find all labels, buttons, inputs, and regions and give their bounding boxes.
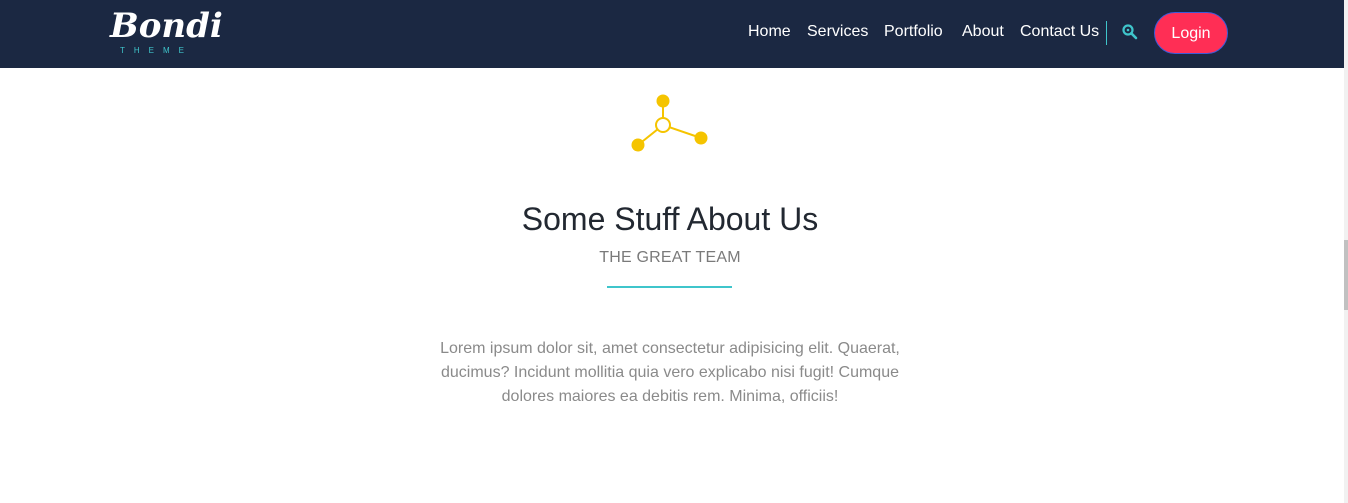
scrollbar-thumb[interactable] (1344, 240, 1348, 310)
section-body-text: Lorem ipsum dolor sit, amet consectetur … (440, 340, 900, 405)
search-icon (1122, 24, 1138, 40)
nav-services[interactable]: Services (807, 22, 868, 42)
nav-divider (1106, 21, 1107, 45)
brand-logo[interactable]: Bondi THEME (110, 6, 223, 58)
page: Bondi THEME Home Services Portfolio Abou… (0, 0, 1348, 503)
section-subtitle: THE GREAT TEAM (599, 249, 741, 266)
nav-home[interactable]: Home (748, 22, 791, 42)
molecule-icon (631, 94, 708, 152)
section-underline (607, 286, 732, 288)
search-button[interactable] (1120, 22, 1140, 42)
login-button[interactable]: Login (1154, 12, 1228, 54)
site-header: Bondi THEME Home Services Portfolio Abou… (0, 0, 1344, 68)
section-title: Some Stuff About Us (521, 201, 819, 237)
brand-tagline: THEME (120, 46, 193, 55)
nav-contact-us[interactable]: Contact Us (1020, 22, 1099, 42)
nav-portfolio[interactable]: Portfolio (884, 22, 943, 42)
brand-name: Bondi (110, 6, 223, 46)
nav-about[interactable]: About (962, 22, 1004, 42)
